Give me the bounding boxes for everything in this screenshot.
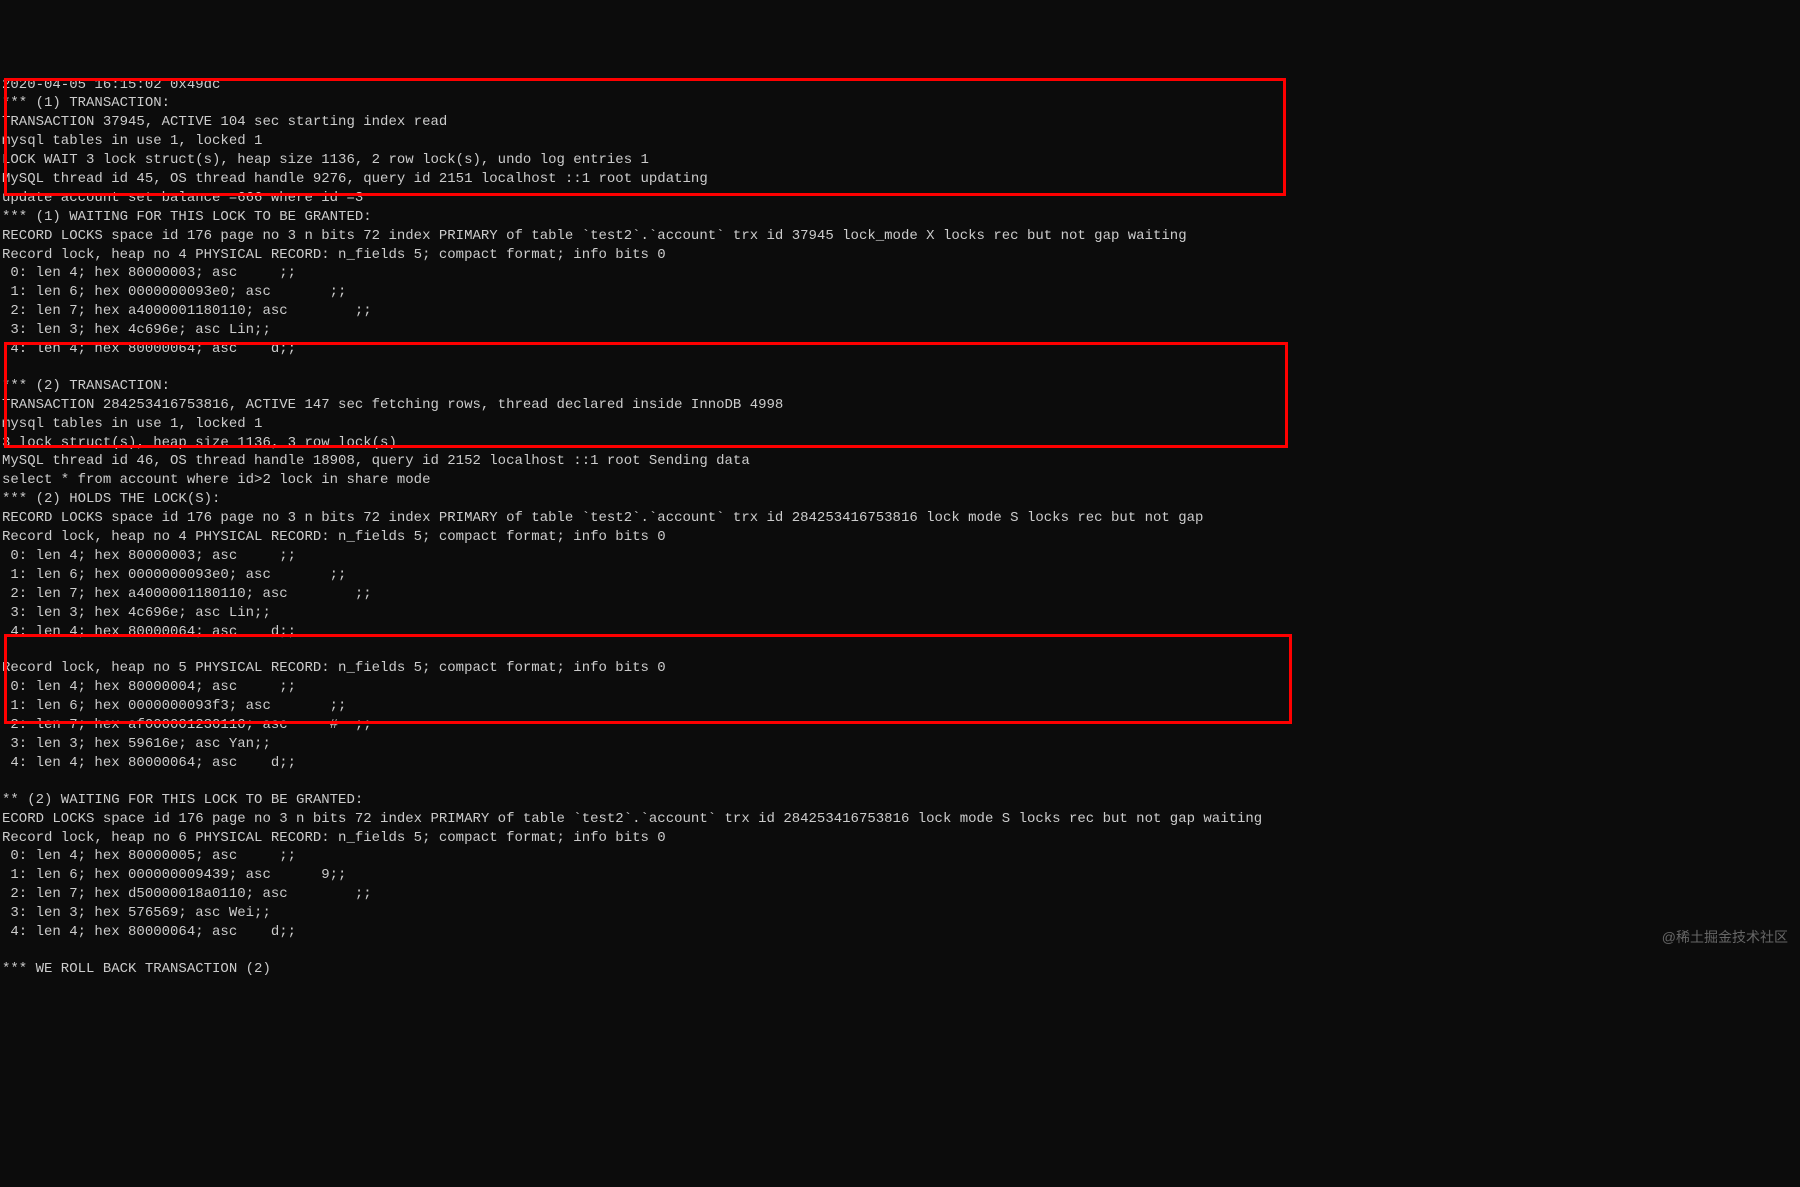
log-line: 0: len 4; hex 80000003; asc ;;: [2, 547, 1800, 566]
log-line: update account set balance =666 where id…: [2, 189, 1800, 208]
log-line: [2, 359, 1800, 377]
log-line: 1: len 6; hex 000000009439; asc 9;;: [2, 866, 1800, 885]
log-line: ** (2) WAITING FOR THIS LOCK TO BE GRANT…: [2, 791, 1800, 810]
log-line: MySQL thread id 45, OS thread handle 927…: [2, 170, 1800, 189]
log-line: 0: len 4; hex 80000003; asc ;;: [2, 264, 1800, 283]
watermark-text: @稀土掘金技术社区: [1662, 928, 1788, 947]
log-line: 1: len 6; hex 0000000093e0; asc ;;: [2, 283, 1800, 302]
log-line: 3: len 3; hex 4c696e; asc Lin;;: [2, 604, 1800, 623]
log-line: 2: len 7; hex af000001230110; asc # ;;: [2, 716, 1800, 735]
log-line: 2: len 7; hex a4000001180110; asc ;;: [2, 585, 1800, 604]
log-line: [2, 641, 1800, 659]
log-line: 4: len 4; hex 80000064; asc d;;: [2, 754, 1800, 773]
log-line: Record lock, heap no 6 PHYSICAL RECORD: …: [2, 829, 1800, 848]
log-line: mysql tables in use 1, locked 1: [2, 415, 1800, 434]
log-line: 2: len 7; hex a4000001180110; asc ;;: [2, 302, 1800, 321]
log-line: 1: len 6; hex 0000000093f3; asc ;;: [2, 697, 1800, 716]
log-line: LOCK WAIT 3 lock struct(s), heap size 11…: [2, 151, 1800, 170]
log-line: 1: len 6; hex 0000000093e0; asc ;;: [2, 566, 1800, 585]
log-line: *** (1) WAITING FOR THIS LOCK TO BE GRAN…: [2, 208, 1800, 227]
log-line: mysql tables in use 1, locked 1: [2, 132, 1800, 151]
log-line: 4: len 4; hex 80000064; asc d;;: [2, 923, 1800, 942]
log-line: *** WE ROLL BACK TRANSACTION (2): [2, 960, 1800, 979]
log-line: 4: len 4; hex 80000064; asc d;;: [2, 623, 1800, 642]
log-line: 0: len 4; hex 80000005; asc ;;: [2, 847, 1800, 866]
log-line: 2: len 7; hex d50000018a0110; asc ;;: [2, 885, 1800, 904]
log-line: *** (1) TRANSACTION:: [2, 94, 1800, 113]
log-line: 2020-04-05 16:15:02 0x49dc: [2, 76, 1800, 95]
log-line: 3 lock struct(s), heap size 1136, 3 row …: [2, 434, 1800, 453]
log-line: Record lock, heap no 4 PHYSICAL RECORD: …: [2, 246, 1800, 265]
log-line: *** (2) TRANSACTION:: [2, 377, 1800, 396]
log-line: [2, 773, 1800, 791]
log-line: 3: len 3; hex 59616e; asc Yan;;: [2, 735, 1800, 754]
log-line: MySQL thread id 46, OS thread handle 189…: [2, 452, 1800, 471]
log-line: RECORD LOCKS space id 176 page no 3 n bi…: [2, 227, 1800, 246]
log-line: TRANSACTION 37945, ACTIVE 104 sec starti…: [2, 113, 1800, 132]
log-line: select * from account where id>2 lock in…: [2, 471, 1800, 490]
log-line: Record lock, heap no 4 PHYSICAL RECORD: …: [2, 528, 1800, 547]
terminal-output: 2020-04-05 16:15:02 0x49dc*** (1) TRANSA…: [2, 76, 1800, 979]
log-line: [2, 942, 1800, 960]
log-line: 0: len 4; hex 80000004; asc ;;: [2, 678, 1800, 697]
log-line: 4: len 4; hex 80000064; asc d;;: [2, 340, 1800, 359]
log-line: ECORD LOCKS space id 176 page no 3 n bit…: [2, 810, 1800, 829]
log-line: TRANSACTION 284253416753816, ACTIVE 147 …: [2, 396, 1800, 415]
log-line: RECORD LOCKS space id 176 page no 3 n bi…: [2, 509, 1800, 528]
log-line: Record lock, heap no 5 PHYSICAL RECORD: …: [2, 659, 1800, 678]
log-line: *** (2) HOLDS THE LOCK(S):: [2, 490, 1800, 509]
log-line: 3: len 3; hex 4c696e; asc Lin;;: [2, 321, 1800, 340]
log-line: 3: len 3; hex 576569; asc Wei;;: [2, 904, 1800, 923]
